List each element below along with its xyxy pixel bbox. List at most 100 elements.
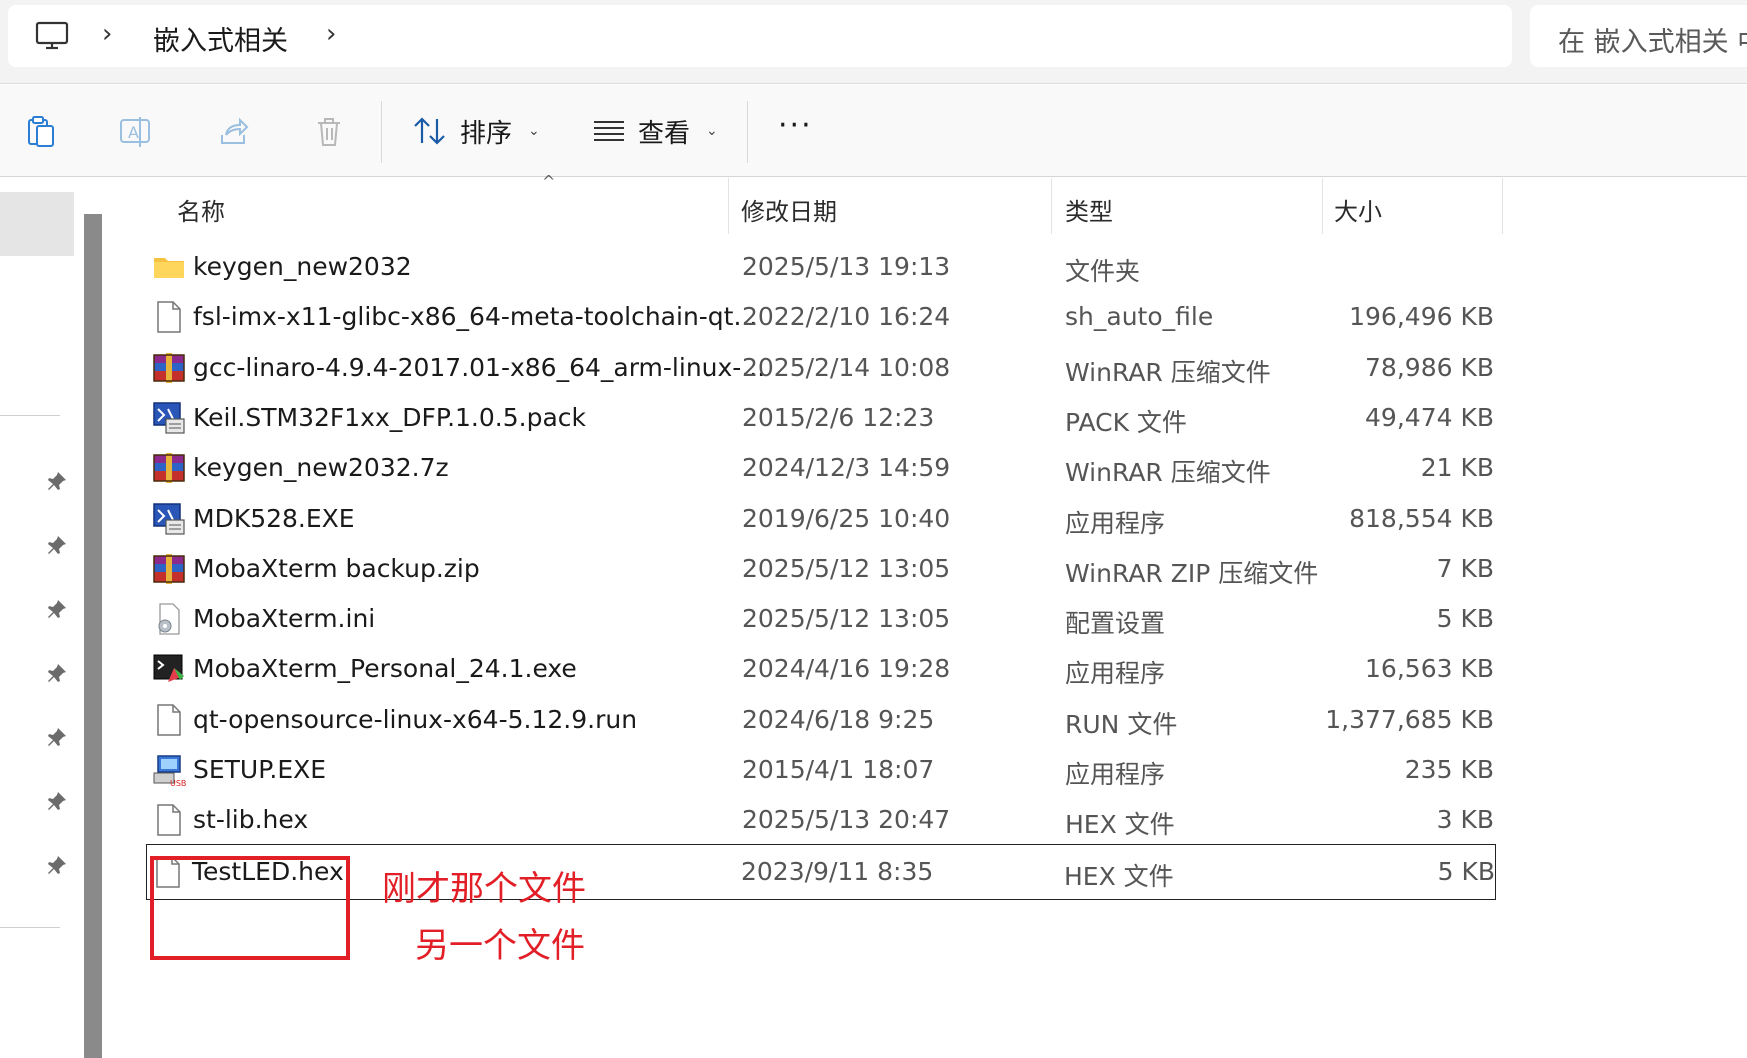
breadcrumb-current-folder[interactable]: 嵌入式相关 <box>153 19 288 58</box>
file-size: 235 KB <box>1404 755 1494 784</box>
column-divider[interactable] <box>1051 178 1052 234</box>
file-row[interactable]: fsl-imx-x11-glibc-x86_64-meta-toolchain-… <box>148 290 1494 346</box>
nav-divider <box>0 415 60 416</box>
file-name: st-lib.hex <box>193 805 309 835</box>
file-modified-date: 2015/2/6 12:23 <box>742 402 935 432</box>
delete-icon[interactable] <box>312 115 346 149</box>
file-modified-date: 2024/4/16 19:28 <box>742 654 951 684</box>
file-type: sh_auto_file <box>1065 302 1214 332</box>
mobaxterm-icon <box>152 652 186 686</box>
file-row[interactable]: MobaXterm backup.zip 2025/5/12 13:05 WinRA… <box>148 542 1494 598</box>
file-modified-date: 2019/6/25 10:40 <box>742 503 951 533</box>
settings-file-icon <box>152 602 186 636</box>
file-row[interactable]: Keil.STM32F1xx_DFP.1.0.5.pack 2015/2/6 12… <box>148 391 1494 447</box>
file-modified-date: 2025/5/13 19:13 <box>742 252 951 281</box>
file-row[interactable]: MDK528.EXE 2019/6/25 10:40 应用程序 818,554 KB <box>148 492 1494 548</box>
this-pc-icon[interactable] <box>34 21 70 51</box>
nav-divider <box>0 927 60 928</box>
file-size: 49,474 KB <box>1365 402 1494 432</box>
file-size: 5 KB <box>1436 604 1494 634</box>
more-options-button[interactable]: ··· <box>778 108 813 143</box>
search-placeholder: 在 嵌入式相关 中 <box>1558 27 1747 58</box>
file-type: 应用程序 <box>1065 760 1166 789</box>
file-row[interactable]: MobaXterm.ini 2025/5/12 13:05 配置设置 5 KB <box>148 592 1494 648</box>
file-row[interactable]: keygen_new2032 2025/5/13 19:13 文件夹 <box>148 240 1494 296</box>
file-type: WinRAR ZIP 压缩文件 <box>1065 558 1319 588</box>
sort-label: 排序 <box>460 118 513 149</box>
file-icon <box>152 703 186 737</box>
column-header-type[interactable]: 类型 <box>1065 192 1113 227</box>
share-icon[interactable] <box>216 115 250 149</box>
address-bar-area: › 嵌入式相关 › 在 嵌入式相关 中 <box>0 0 1747 84</box>
file-modified-date: 2025/5/13 20:47 <box>742 805 951 835</box>
file-row[interactable]: USB SETUP.EXE 2015/4/1 18:07 应用程序 235 KB <box>148 743 1494 799</box>
view-button[interactable]: 查看 ⌄ <box>592 109 718 153</box>
search-box[interactable]: 在 嵌入式相关 中 <box>1530 5 1747 67</box>
file-size: 196,496 KB <box>1349 302 1494 332</box>
file-icon <box>152 803 186 837</box>
file-size: 78,986 KB <box>1365 352 1494 382</box>
file-name: keygen_new2032.7z <box>193 453 449 483</box>
pin-icon[interactable] <box>46 662 68 684</box>
pin-icon[interactable] <box>46 854 68 876</box>
annotation-note-1: 刚才那个文件 <box>382 869 586 909</box>
toolbar-divider <box>381 101 382 163</box>
pin-icon[interactable] <box>46 790 68 812</box>
file-size: 16,563 KB <box>1365 654 1494 684</box>
paste-icon[interactable] <box>24 115 58 149</box>
file-row[interactable]: st-lib.hex 2025/5/13 20:47 HEX 文件 3 KB <box>148 793 1494 849</box>
file-row[interactable]: keygen_new2032.7z 2024/12/3 14:59 WinRAR 压… <box>148 441 1494 497</box>
file-modified-date: 2015/4/1 18:07 <box>742 755 935 784</box>
file-name: keygen_new2032 <box>193 252 412 281</box>
svg-text:A: A <box>128 123 139 142</box>
address-bar[interactable]: › 嵌入式相关 › <box>8 5 1512 67</box>
nav-selected-item[interactable] <box>0 192 74 256</box>
file-name: SETUP.EXE <box>193 755 327 784</box>
file-size: 7 KB <box>1436 553 1494 583</box>
column-header-name[interactable]: 名称 <box>177 192 225 227</box>
column-headers: ^ 名称 修改日期 类型 大小 <box>104 172 1504 234</box>
file-modified-date: 2025/2/14 10:08 <box>742 352 951 382</box>
file-type: 配置设置 <box>1065 609 1166 639</box>
file-row[interactable]: MobaXterm_Personal_24.1.exe 2024/4/16 19:… <box>148 642 1494 698</box>
column-header-size[interactable]: 大小 <box>1334 192 1382 227</box>
file-modified-date: 2025/5/12 13:05 <box>742 553 951 583</box>
nav-scrollbar[interactable] <box>84 214 102 1058</box>
file-modified-date: 2024/12/3 14:59 <box>742 453 951 483</box>
sort-button[interactable]: 排序 ⌄ <box>412 109 540 153</box>
column-divider[interactable] <box>728 178 729 234</box>
file-size: 818,554 KB <box>1349 503 1494 533</box>
chevron-right-icon[interactable]: › <box>326 19 336 49</box>
file-modified-date: 2025/5/12 13:05 <box>742 604 951 634</box>
file-name: MobaXterm_Personal_24.1.exe <box>193 654 577 684</box>
column-divider[interactable] <box>1322 178 1323 234</box>
chevron-right-icon[interactable]: › <box>102 19 112 49</box>
file-type: HEX 文件 <box>1064 861 1174 891</box>
setup-icon: USB <box>152 753 186 788</box>
annotation-highlight-box <box>150 856 350 960</box>
file-type: WinRAR 压缩文件 <box>1065 357 1271 387</box>
column-divider[interactable] <box>1502 178 1503 234</box>
pin-icon[interactable] <box>46 598 68 620</box>
file-row[interactable]: gcc-linaro-4.9.4-2017.01-x86_64_arm-linu… <box>148 341 1494 397</box>
file-type: 文件夹 <box>1065 257 1141 286</box>
svg-text:USB: USB <box>170 779 186 787</box>
file-size: 21 KB <box>1420 453 1494 483</box>
file-row[interactable]: qt-opensource-linux-x64-5.12.9.run 2024/6… <box>148 693 1494 749</box>
winrar-icon <box>152 552 186 586</box>
pin-icon[interactable] <box>46 470 68 492</box>
view-label: 查看 <box>638 118 691 149</box>
pin-icon[interactable] <box>46 726 68 748</box>
file-type: RUN 文件 <box>1065 709 1178 739</box>
file-name: gcc-linaro-4.9.4-2017.01-x86_64_arm-linu… <box>193 352 766 382</box>
file-type: HEX 文件 <box>1065 810 1175 840</box>
file-icon <box>152 300 186 334</box>
folder-icon <box>152 250 186 284</box>
view-list-icon <box>594 121 624 141</box>
pin-icon[interactable] <box>46 534 68 556</box>
file-size: 3 KB <box>1436 805 1494 835</box>
rename-icon[interactable]: A <box>118 115 152 149</box>
column-header-date[interactable]: 修改日期 <box>741 192 837 227</box>
file-type: 应用程序 <box>1065 508 1166 538</box>
toolbar-divider <box>747 101 748 163</box>
